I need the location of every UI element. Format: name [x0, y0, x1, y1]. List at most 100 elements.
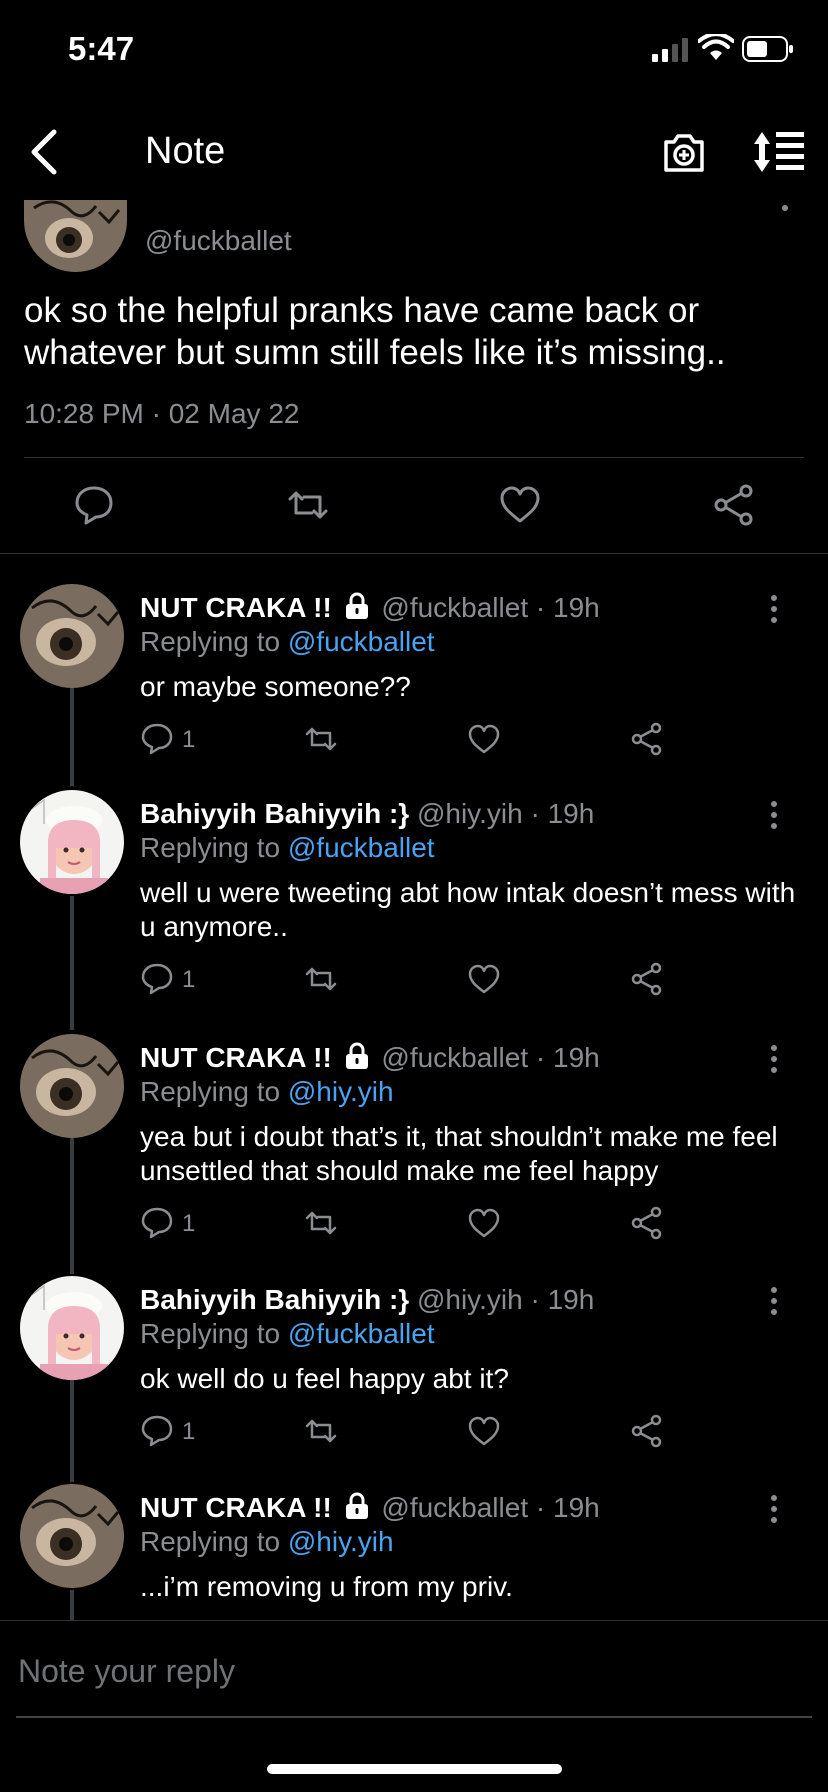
reply-icon[interactable] [140, 1414, 174, 1448]
reply-time: · 19h [535, 1492, 600, 1523]
nav-bar: Note [0, 100, 828, 205]
reply-time: · 19h [535, 592, 600, 623]
avatar[interactable] [20, 1484, 124, 1588]
wifi-icon [698, 34, 734, 60]
input-underline [16, 1716, 812, 1718]
more-vertical-icon[interactable] [766, 1286, 782, 1316]
reply-actions: 1 [0, 722, 828, 762]
author-row: NUT CRAKA !! @fuckballet · 19h [140, 1492, 600, 1524]
cat-avatar-image [20, 584, 124, 688]
author-handle[interactable]: @fuckballet [381, 1042, 528, 1073]
lock-icon [345, 592, 368, 619]
replying-to: Replying to @fuckballet [140, 1318, 435, 1349]
mention-link[interactable]: @fuckballet [288, 1318, 435, 1349]
display-name[interactable]: NUT CRAKA !! [140, 592, 332, 623]
repost-icon[interactable] [286, 483, 330, 527]
girl-avatar-image [20, 790, 124, 894]
more-options-icon[interactable] [782, 205, 788, 211]
reply-time: · 19h [530, 1284, 595, 1315]
back-arrow-icon[interactable] [24, 126, 64, 178]
cat-avatar-image [20, 1484, 124, 1588]
reply-actions: 1 [0, 1414, 828, 1454]
like-icon[interactable] [467, 1206, 501, 1240]
camera-icon[interactable] [660, 128, 708, 176]
author-handle[interactable]: @fuckballet [145, 225, 292, 257]
status-bar: 5:47 [0, 0, 828, 100]
display-name[interactable]: NUT CRAKA !! [140, 1042, 332, 1073]
reply-icon[interactable] [72, 483, 116, 527]
reply-text: ok well do u feel happy abt it? [140, 1363, 509, 1394]
reply-icon[interactable] [140, 722, 174, 756]
mention-link[interactable]: @hiy.yih [288, 1076, 394, 1107]
avatar[interactable] [24, 200, 127, 272]
reply-actions: 1 [0, 1206, 828, 1246]
lock-icon [345, 1492, 368, 1519]
reply-icon[interactable] [140, 962, 174, 996]
girl-avatar-image [20, 1276, 124, 1380]
reply-time: · 19h [530, 798, 595, 829]
replying-to: Replying to @fuckballet [140, 832, 435, 863]
cat-avatar-image [20, 1034, 124, 1138]
cellular-signal-icon [652, 38, 688, 62]
reply-text: ...i’m removing u from my priv. [140, 1571, 513, 1602]
display-name[interactable]: Bahiyyih Bahiyyih :} [140, 798, 409, 829]
thread-line [70, 1590, 74, 1620]
avatar[interactable] [20, 790, 124, 894]
like-icon[interactable] [467, 1414, 501, 1448]
more-vertical-icon[interactable] [766, 1044, 782, 1074]
reply-input[interactable] [16, 1645, 800, 1697]
share-icon[interactable] [630, 722, 664, 756]
status-time: 5:47 [68, 30, 135, 67]
author-row: Bahiyyih Bahiyyih :} @hiy.yih · 19h [140, 1284, 594, 1316]
share-icon[interactable] [712, 483, 756, 527]
avatar[interactable] [20, 584, 124, 688]
author-handle[interactable]: @hiy.yih [417, 798, 523, 829]
repost-icon[interactable] [304, 722, 338, 756]
like-icon[interactable] [498, 483, 542, 527]
share-icon[interactable] [630, 962, 664, 996]
divider [0, 553, 828, 554]
reply-composer [0, 1620, 828, 1721]
author-handle[interactable]: @fuckballet [381, 592, 528, 623]
share-icon[interactable] [630, 1414, 664, 1448]
author-handle[interactable]: @fuckballet [381, 1492, 528, 1523]
reply-text: well u were tweeting abt how intak doesn… [140, 877, 796, 942]
like-icon[interactable] [467, 962, 501, 996]
replying-to: Replying to @hiy.yih [140, 1526, 394, 1557]
reply-count: 1 [182, 726, 196, 753]
more-vertical-icon[interactable] [766, 1494, 782, 1524]
avatar[interactable] [20, 1034, 124, 1138]
post-actions [0, 483, 828, 533]
divider [24, 457, 804, 458]
author-row: NUT CRAKA !! @fuckballet · 19h [140, 1042, 600, 1074]
author-row: NUT CRAKA !! @fuckballet · 19h [140, 592, 600, 624]
reply-text: or maybe someone?? [140, 671, 411, 702]
mention-link[interactable]: @fuckballet [288, 626, 435, 657]
avatar[interactable] [20, 1276, 124, 1380]
more-vertical-icon[interactable] [766, 594, 782, 624]
more-vertical-icon[interactable] [766, 800, 782, 830]
reply-icon[interactable] [140, 1206, 174, 1240]
reply-count: 1 [182, 966, 196, 993]
sort-icon[interactable] [752, 130, 806, 174]
display-name[interactable]: NUT CRAKA !! [140, 1492, 332, 1523]
reply-time: · 19h [535, 1042, 600, 1073]
display-name[interactable]: Bahiyyih Bahiyyih :} [140, 1284, 409, 1315]
share-icon[interactable] [630, 1206, 664, 1240]
mention-link[interactable]: @hiy.yih [288, 1526, 394, 1557]
like-icon[interactable] [467, 722, 501, 756]
repost-icon[interactable] [304, 1206, 338, 1240]
replying-to: Replying to @fuckballet [140, 626, 435, 657]
repost-icon[interactable] [304, 1414, 338, 1448]
mention-link[interactable]: @fuckballet [288, 832, 435, 863]
author-handle[interactable]: @hiy.yih [417, 1284, 523, 1315]
battery-icon [742, 36, 793, 62]
cat-avatar-image [24, 200, 127, 272]
page-title: Note [145, 130, 226, 172]
home-indicator[interactable] [267, 1764, 562, 1774]
lock-icon [345, 1042, 368, 1069]
reply-count: 1 [182, 1418, 196, 1445]
post-text: ok so the helpful pranks have came back … [24, 291, 726, 372]
replying-to: Replying to @hiy.yih [140, 1076, 394, 1107]
repost-icon[interactable] [304, 962, 338, 996]
